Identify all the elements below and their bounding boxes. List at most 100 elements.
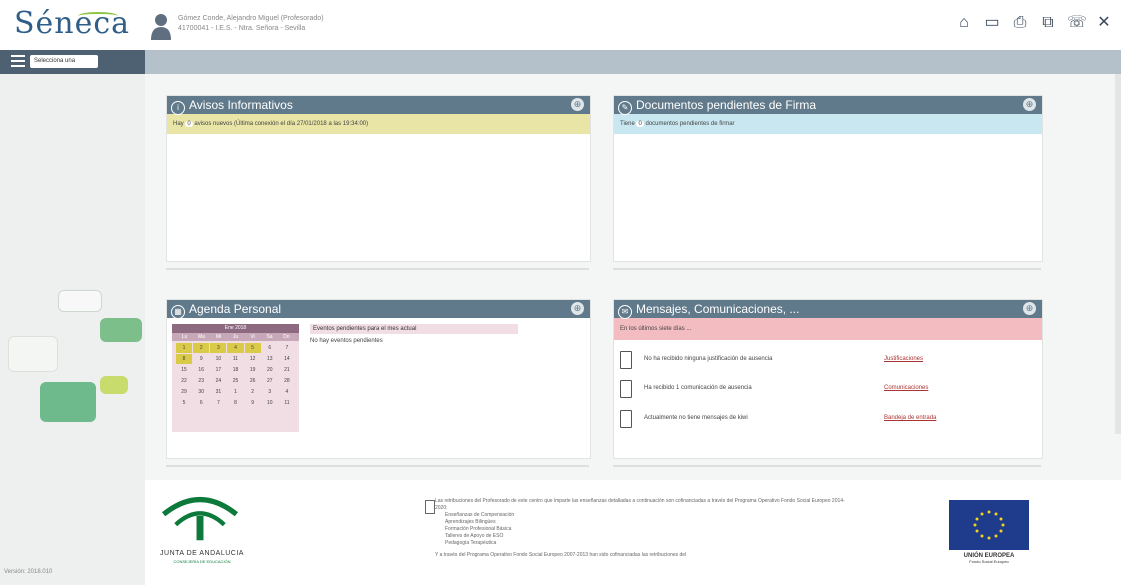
calendar-day[interactable]: 13 — [262, 354, 278, 364]
calendar-day[interactable]: 8 — [227, 398, 243, 408]
app-header: Séneca Gómez Conde, Alejandro Miguel (Pr… — [0, 0, 1121, 50]
left-sidebar: Versión: 2018.010 — [0, 74, 145, 585]
weekday-label: Lu — [181, 334, 188, 340]
calendar-day[interactable]: 19 — [245, 365, 261, 375]
calendar-day[interactable]: 1 — [176, 343, 193, 353]
footer: JUNTA DE ANDALUCIA CONSEJERÍA DE EDUCACI… — [145, 480, 1121, 585]
hamburger-menu-icon[interactable] — [11, 55, 25, 67]
calendar-day[interactable]: 16 — [193, 365, 209, 375]
folder-icon[interactable]: ▭ — [983, 14, 1001, 32]
funding-item: Pedagogía Terapéutica — [445, 540, 497, 546]
calendar-day[interactable]: 11 — [227, 354, 243, 364]
document-icon — [620, 380, 632, 398]
avisos-shadow — [166, 268, 589, 270]
mensajes-title: Mensajes, Comunicaciones, ... — [636, 302, 800, 316]
calendar-day[interactable]: 10 — [210, 354, 226, 364]
avisos-bar: Hay 0 avisos nuevos (Última conexión el … — [167, 114, 590, 134]
avisos-count-badge: 0 — [185, 121, 193, 127]
user-name: Gómez Conde, Alejandro Miguel (Profesora… — [178, 15, 324, 22]
select-profile-button[interactable]: Selecciona una — [30, 55, 98, 68]
seneca-logo[interactable]: Séneca — [14, 6, 130, 41]
eu-stars-icon — [973, 510, 1005, 540]
calendar-day[interactable]: 2 — [193, 343, 210, 353]
calendar-weekdays: Lu Ma Mi Ju Vi Sa Do — [172, 333, 299, 341]
calendar-day[interactable]: 14 — [279, 354, 295, 364]
documentos-header: ✎ Documentos pendientes de Firma ⊕ — [614, 96, 1042, 115]
comunicaciones-link[interactable]: Comunicaciones — [884, 385, 928, 391]
calendar-day[interactable]: 3 — [210, 343, 227, 353]
mensajes-alert: En los últimos siete días ... — [614, 318, 1042, 340]
calendar-day[interactable]: 6 — [262, 343, 278, 353]
calendar-day[interactable]: 7 — [279, 343, 295, 353]
weekday-label: Ma — [198, 334, 205, 340]
mensajes-expand-icon[interactable]: ⊕ — [1023, 302, 1036, 315]
documentos-expand-icon[interactable]: ⊕ — [1023, 98, 1036, 111]
avisos-expand-icon[interactable]: ⊕ — [571, 98, 584, 111]
calendar-day[interactable]: 10 — [262, 398, 278, 408]
info-icon: i — [171, 101, 185, 115]
calendar-day[interactable]: 5 — [176, 398, 192, 408]
version-label: Versión: 2018.010 — [4, 569, 53, 575]
calendar-day[interactable]: 5 — [244, 343, 261, 353]
home-icon[interactable]: ⌂ — [955, 14, 973, 32]
phone-icon[interactable]: ☏ — [1067, 14, 1087, 32]
documentos-suffix: documentos pendientes de firmar — [645, 121, 735, 127]
copy-icon[interactable]: ⧉ — [1039, 14, 1057, 32]
message-row: Ha recibido 1 comunicación de ausencia C… — [620, 380, 1040, 398]
agenda-expand-icon[interactable]: ⊕ — [571, 302, 584, 315]
justificaciones-link[interactable]: Justificaciones — [884, 356, 923, 362]
calendar-day[interactable]: 23 — [193, 376, 209, 386]
calendar-month[interactable]: Ene 2018 — [172, 324, 299, 333]
calendar-day[interactable]: 29 — [176, 387, 192, 397]
junta-line2: CONSEJERÍA DE EDUCACIÓN — [173, 559, 231, 564]
calendar-day[interactable]: 4 — [227, 343, 244, 353]
calendar-day[interactable]: 24 — [210, 376, 226, 386]
pen-icon: ✎ — [618, 101, 632, 115]
calendar-day[interactable]: 8 — [176, 354, 193, 364]
calendar-day[interactable]: 27 — [262, 376, 278, 386]
eu-label: UNIÓN EUROPEA Fondo Social Europeo — [949, 553, 1029, 564]
calendar-day[interactable]: 15 — [176, 365, 192, 375]
documentos-shadow — [613, 268, 1041, 270]
calendar-day[interactable]: 25 — [227, 376, 243, 386]
junta-andalucia-logo — [161, 496, 239, 541]
calendar-day[interactable]: 6 — [193, 398, 209, 408]
bandeja-entrada-link[interactable]: Bandeja de entrada — [884, 415, 936, 421]
avisos-header: i Avisos Informativos ⊕ — [167, 96, 590, 115]
calendar-day[interactable]: 2 — [245, 387, 261, 397]
calendar-day[interactable]: 21 — [279, 365, 295, 375]
calendar-day[interactable]: 20 — [262, 365, 278, 375]
user-center: 41700041 - I.E.S. - Ntra. Señora - Sevil… — [178, 25, 306, 32]
decorative-card-3 — [8, 336, 58, 372]
user-icon — [151, 14, 171, 40]
documentos-prefix: Tiene — [620, 121, 635, 127]
calendar-day[interactable]: 9 — [245, 398, 261, 408]
calendar-days: 1 2 3 4 5 6 7 8 9 10 11 12 13 14 15 16 17 18 19 20 21 22 23 24 2… — [172, 341, 299, 410]
calendar-day[interactable]: 31 — [210, 387, 226, 397]
message-text: Actualmente no tiene mensajes de kiwi — [644, 415, 748, 421]
calendar-day[interactable]: 3 — [262, 387, 278, 397]
calendar-day[interactable]: 26 — [245, 376, 261, 386]
calendar-day[interactable]: 12 — [245, 354, 261, 364]
calendar-day[interactable]: 28 — [279, 376, 295, 386]
weekday-label: Sa — [266, 334, 273, 340]
calendar-day[interactable]: 7 — [210, 398, 226, 408]
weekday-label: Do — [283, 334, 290, 340]
agenda-panel: ▦ Agenda Personal ⊕ Ene 2018 Lu Ma Mi Ju Vi Sa… — [166, 299, 591, 459]
print-icon[interactable]: ⎙ — [1011, 14, 1029, 32]
calendar-day[interactable]: 4 — [279, 387, 295, 397]
calendar-day[interactable]: 30 — [193, 387, 209, 397]
close-icon[interactable]: ✕ — [1095, 14, 1113, 32]
funding-item: Formación Profesional Básica — [445, 526, 512, 532]
weekday-label: Ju — [232, 334, 239, 340]
right-scroll-edge — [1115, 74, 1121, 434]
mensajes-shadow — [613, 465, 1041, 467]
avisos-title: Avisos Informativos — [189, 98, 293, 112]
calendar-day[interactable]: 11 — [279, 398, 295, 408]
calendar-day[interactable]: 22 — [176, 376, 192, 386]
documentos-bar: Tiene 0 documentos pendientes de firmar — [614, 114, 1042, 134]
calendar-day[interactable]: 9 — [193, 354, 209, 364]
calendar-day[interactable]: 1 — [227, 387, 243, 397]
calendar-day[interactable]: 18 — [227, 365, 243, 375]
calendar-day[interactable]: 17 — [210, 365, 226, 375]
